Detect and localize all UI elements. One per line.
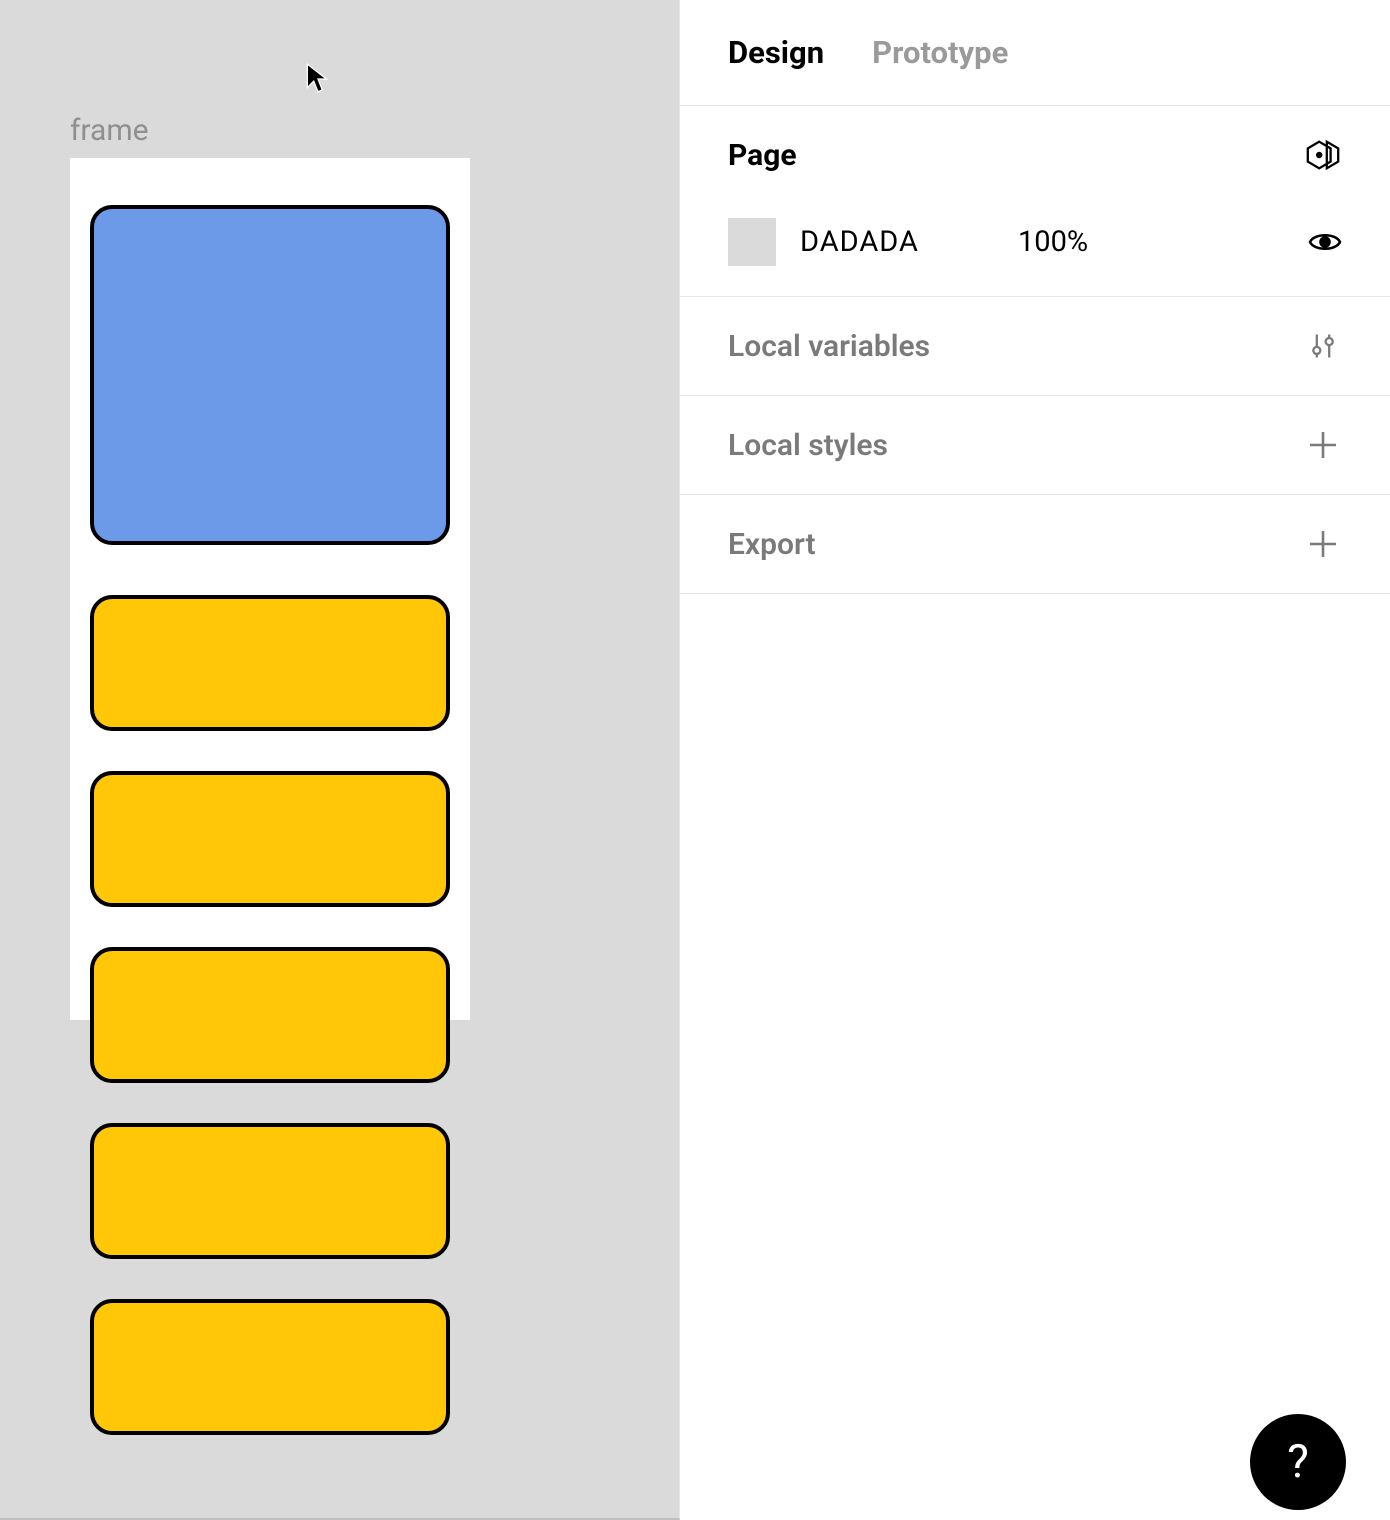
canvas-shape-item[interactable] [90, 595, 450, 731]
plus-icon[interactable] [1304, 426, 1342, 464]
tab-design[interactable]: Design [728, 34, 824, 71]
inspector-tabs: Design Prototype [680, 0, 1390, 106]
export-head[interactable]: Export [728, 525, 1342, 563]
page-color-opacity[interactable]: 100% [1018, 225, 1284, 259]
local-variables-head[interactable]: Local variables [728, 327, 1342, 365]
tab-prototype[interactable]: Prototype [872, 34, 1008, 71]
canvas-shape-item[interactable] [90, 1299, 450, 1435]
local-variables-title: Local variables [728, 329, 930, 364]
section-local-variables: Local variables [680, 297, 1390, 396]
canvas-shape-item[interactable] [90, 947, 450, 1083]
canvas-shape-item[interactable] [90, 1123, 450, 1259]
section-local-styles: Local styles [680, 396, 1390, 495]
page-fill-row: DADADA 100% [728, 218, 1342, 266]
page-color-swatch[interactable] [728, 218, 776, 266]
cursor-icon [305, 62, 331, 94]
help-button[interactable]: ? [1250, 1414, 1346, 1510]
help-icon: ? [1287, 1435, 1309, 1489]
section-page-head: Page [728, 136, 1342, 174]
app-root: frame Design Prototype Page [0, 0, 1390, 1520]
page-title: Page [728, 138, 797, 173]
variable-mode-icon[interactable] [1304, 136, 1342, 174]
export-title: Export [728, 527, 816, 562]
frame-label[interactable]: frame [70, 113, 149, 148]
sliders-icon[interactable] [1304, 327, 1342, 365]
plus-icon[interactable] [1304, 525, 1342, 563]
page-color-hex[interactable]: DADADA [800, 225, 990, 259]
visibility-toggle-icon[interactable] [1308, 225, 1342, 259]
local-styles-title: Local styles [728, 428, 888, 463]
section-page: Page DADADA 100% [680, 106, 1390, 297]
canvas[interactable]: frame [0, 0, 680, 1520]
canvas-shape-item[interactable] [90, 771, 450, 907]
canvas-shape-hero[interactable] [90, 205, 450, 545]
section-export: Export [680, 495, 1390, 594]
inspector-panel: Design Prototype Page DADADA 100% [680, 0, 1390, 1520]
local-styles-head[interactable]: Local styles [728, 426, 1342, 464]
